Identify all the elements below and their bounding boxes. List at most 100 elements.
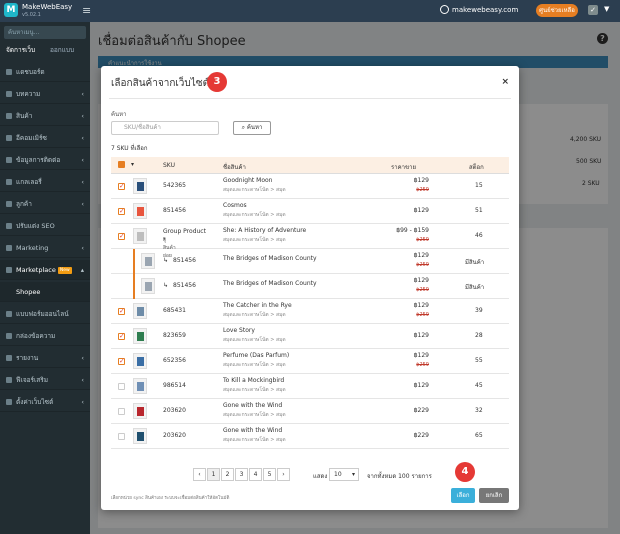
- sidebar-item[interactable]: Marketing ‹: [0, 238, 90, 258]
- table-row[interactable]: 851456 Cosmos สมุดและกระดาษโน้ต > สมุด ฿129…: [111, 199, 509, 224]
- sidebar-item[interactable]: ลูกค้า ‹: [0, 194, 90, 214]
- sidebar-item[interactable]: ปรับแต่ง SEO: [0, 216, 90, 236]
- search-icon: ⌕: [241, 124, 245, 131]
- tab-design[interactable]: ออกแบบ: [50, 45, 74, 55]
- stock: 32: [475, 407, 483, 414]
- row-checkbox[interactable]: [118, 307, 125, 315]
- product-category: สมุดและกระดาษโน้ต > สมุด: [223, 187, 286, 193]
- select-products-modal: เลือกสินค้าจากเว็บไซต์ 3 × ค้นหา SKU/ชื่…: [101, 66, 519, 510]
- next-page-button[interactable]: ›: [277, 468, 290, 481]
- col-stock: สต็อก: [469, 164, 484, 171]
- sidebar-item[interactable]: รายงาน ‹: [0, 348, 90, 368]
- product-thumbnail: [133, 203, 147, 219]
- chevron-icon: ‹: [81, 200, 84, 208]
- support-button[interactable]: ศูนย์ช่วยเหลือ: [536, 4, 578, 17]
- page-button[interactable]: 4: [249, 468, 262, 481]
- sku: 823659: [163, 332, 186, 339]
- menu-icon: [6, 91, 12, 97]
- sidebar-tabs: จัดการเว็บ ออกแบบ: [0, 42, 90, 56]
- row-checkbox[interactable]: [118, 207, 125, 215]
- sidebar-item[interactable]: อีคอมเมิร์ซ ‹: [0, 128, 90, 148]
- search-input[interactable]: SKU/ชื่อสินค้า: [111, 121, 219, 135]
- table-row-child[interactable]: ↳ 851456 The Bridges of Madison County ฿129…: [111, 274, 509, 299]
- sku: 203620: [163, 407, 186, 414]
- child-indicator: [133, 274, 135, 299]
- table-row[interactable]: 685431 The Catcher in the Rye สมุดและกระดา…: [111, 299, 509, 324]
- menu-toggle-icon[interactable]: ≡: [82, 4, 91, 17]
- page-button[interactable]: 5: [263, 468, 276, 481]
- site-link[interactable]: makewebeasy.com: [452, 6, 518, 14]
- sidebar-search-input[interactable]: ค้นหาเมนู...: [4, 26, 86, 39]
- sidebar-item[interactable]: ฟีเจอร์เสริม ‹: [0, 370, 90, 390]
- product-thumbnail: [133, 353, 147, 369]
- price: ฿99 - ฿159: [396, 227, 429, 234]
- sidebar-item[interactable]: แดชบอร์ด: [0, 62, 90, 82]
- row-checkbox[interactable]: [118, 182, 125, 190]
- sidebar-item[interactable]: สินค้า ‹: [0, 106, 90, 126]
- chevron-down-icon[interactable]: ▼: [604, 5, 609, 13]
- chevron-down-icon[interactable]: ▾: [131, 161, 134, 168]
- select-button[interactable]: เลือก: [451, 488, 475, 503]
- task-check-icon[interactable]: ✓: [588, 5, 598, 15]
- menu-icon: [6, 355, 12, 361]
- child-arrow-icon: ↳: [163, 257, 169, 264]
- select-all-checkbox[interactable]: [118, 161, 125, 168]
- row-checkbox[interactable]: [118, 408, 125, 415]
- view-variants-link[interactable]: ดูสินค้าย่อย ▾: [163, 236, 176, 259]
- row-checkbox[interactable]: [118, 332, 125, 340]
- cancel-button[interactable]: ยกเลิก: [479, 488, 509, 503]
- divider: [109, 98, 511, 99]
- menu-icon: [6, 113, 12, 119]
- stock: 39: [475, 307, 483, 314]
- sku: 851456: [173, 282, 196, 289]
- table-row[interactable]: 652356 Perfume (Das Parfum) สมุดและกระดาษโ…: [111, 349, 509, 374]
- menu-icon: [6, 135, 12, 141]
- sidebar-item[interactable]: กล่องข้อความ: [0, 326, 90, 346]
- sidebar-item[interactable]: Marketplace New ▴: [0, 260, 90, 280]
- sku: 685431: [163, 307, 186, 314]
- app-logo-icon[interactable]: M: [4, 3, 18, 17]
- sidebar-item[interactable]: บทความ ‹: [0, 84, 90, 104]
- stock: มีสินค้า: [465, 259, 485, 266]
- step-badge-3: 3: [207, 72, 227, 92]
- globe-icon: [440, 5, 449, 14]
- table-row[interactable]: 203620 Gone with the Wind สมุดและกระดาษโน้…: [111, 399, 509, 424]
- page-button[interactable]: 1: [207, 468, 220, 481]
- table-row[interactable]: Group Productดูสินค้าย่อย ▾ She: A Histor…: [111, 224, 509, 259]
- page-button[interactable]: 2: [221, 468, 234, 481]
- table-row[interactable]: 823659 Love Story สมุดและกระดาษโน้ต > สมุด…: [111, 324, 509, 349]
- table-row-child[interactable]: ↳ 851456 The Bridges of Madison County ฿129…: [111, 249, 509, 274]
- tab-manage[interactable]: จัดการเว็บ: [6, 45, 35, 55]
- search-button[interactable]: ⌕ ค้นหา: [233, 121, 271, 135]
- product-name: The Catcher in the Rye: [223, 302, 292, 309]
- product-thumbnail: [133, 328, 147, 344]
- menu-icon: [6, 377, 12, 383]
- row-checkbox[interactable]: [118, 357, 125, 365]
- modal-title: เลือกสินค้าจากเว็บไซต์: [111, 78, 210, 89]
- sidebar-item-label: ข้อมูลการติดต่อ: [16, 156, 61, 164]
- sku: 986514: [163, 382, 186, 389]
- sidebar-item[interactable]: ข้อมูลการติดต่อ ‹: [0, 150, 90, 170]
- per-page-select[interactable]: 10 ▾: [329, 468, 359, 481]
- sidebar-item[interactable]: แบบฟอร์มออนไลน์: [0, 304, 90, 324]
- sidebar-item[interactable]: แกลเลอรี่ ‹: [0, 172, 90, 192]
- sku: 851456: [163, 207, 186, 214]
- stock: 45: [475, 382, 483, 389]
- product-category: สมุดและกระดาษโน้ต > สมุด: [223, 337, 286, 343]
- table-row[interactable]: 542365 Goodnight Moon สมุดและกระดาษโน้ต > …: [111, 174, 509, 199]
- sidebar-item[interactable]: Shopee: [0, 282, 90, 302]
- chevron-icon: ‹: [81, 244, 84, 252]
- product-thumbnail: [133, 403, 147, 419]
- sidebar-item-label: แบบฟอร์มออนไลน์: [16, 310, 69, 318]
- product-name: Cosmos: [223, 202, 247, 209]
- product-category: สมุดและกระดาษโน้ต > สมุด: [223, 437, 286, 443]
- row-checkbox[interactable]: [118, 383, 125, 390]
- row-checkbox[interactable]: [118, 433, 125, 440]
- table-row[interactable]: 986514 To Kill a Mockingbird สมุดและกระดาษ…: [111, 374, 509, 399]
- prev-page-button[interactable]: ‹: [193, 468, 206, 481]
- table-row[interactable]: 203620 Gone with the Wind สมุดและกระดาษโน้…: [111, 424, 509, 449]
- close-icon[interactable]: ×: [501, 77, 509, 87]
- page-button[interactable]: 3: [235, 468, 248, 481]
- sidebar-item[interactable]: ตั้งค่าเว็บไซต์ ‹: [0, 392, 90, 412]
- row-checkbox[interactable]: [118, 232, 125, 240]
